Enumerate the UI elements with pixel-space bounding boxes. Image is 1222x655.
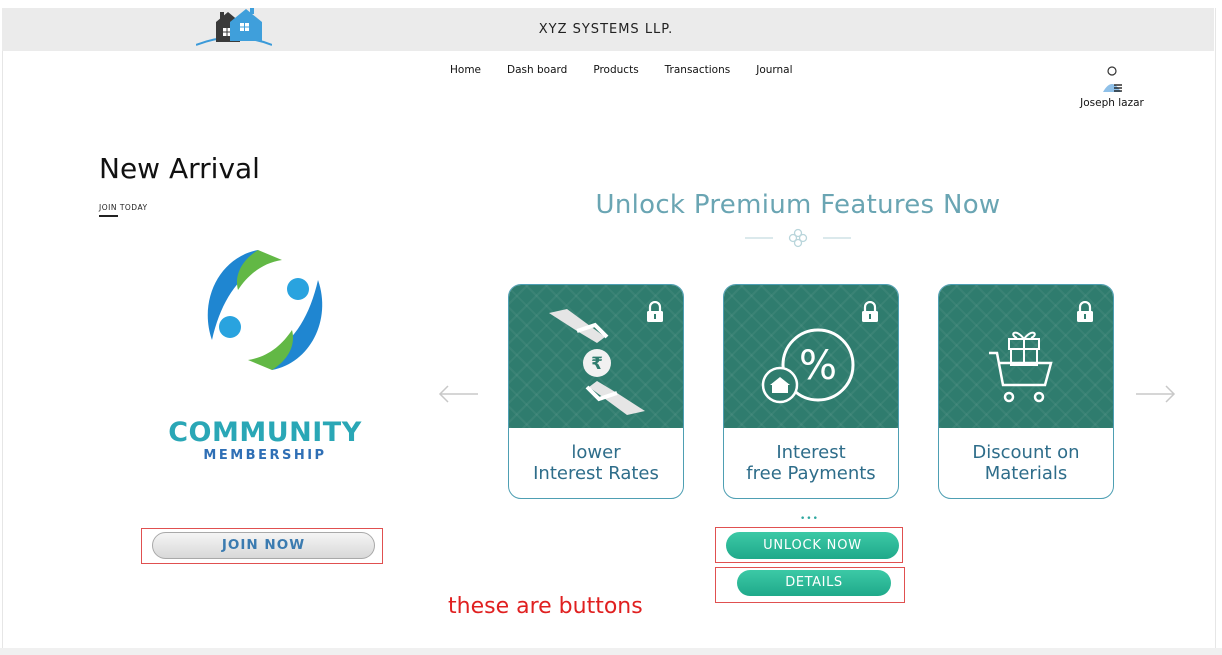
nav-item-transactions[interactable]: Transactions [665, 64, 731, 80]
card-label-line1: lower [571, 442, 621, 463]
nav-item-products[interactable]: Products [593, 64, 638, 80]
user-profile[interactable]: Joseph lazar [1072, 62, 1152, 112]
money-hands-icon: ₹ [549, 309, 645, 415]
main-nav: Home Dash board Products Transactions Jo… [450, 64, 793, 80]
card-label: Discount on Materials [939, 442, 1113, 484]
card-label-line1: Discount on [972, 442, 1080, 463]
lock-icon [862, 301, 878, 322]
percent-icon: % [761, 328, 855, 404]
card-label-line2: free Payments [746, 463, 876, 484]
community-logo-icon [207, 250, 323, 370]
gift-cart-icon [989, 331, 1053, 403]
join-today-underline [99, 215, 118, 217]
company-name: XYZ SYSTEMS LLP. [538, 22, 674, 37]
card-artwork [939, 285, 1113, 428]
details-button[interactable]: DETAILS [737, 570, 891, 596]
card-label-line1: Interest [776, 442, 846, 463]
svg-text:%: % [799, 343, 837, 389]
user-avatar-icon[interactable] [1100, 64, 1126, 94]
card-label-line2: Interest Rates [533, 463, 659, 484]
unlock-now-button[interactable]: UNLOCK NOW [726, 532, 899, 559]
svg-text:₹: ₹ [591, 354, 603, 374]
lock-icon [647, 301, 663, 322]
user-name: Joseph lazar [1080, 97, 1144, 109]
arrow-left-icon[interactable] [438, 383, 480, 405]
card-label: lower Interest Rates [509, 442, 683, 484]
new-arrival-title: New Arrival [99, 152, 260, 185]
community-logo-line2: MEMBERSHIP [203, 448, 327, 463]
arrow-right-icon[interactable] [1134, 383, 1176, 405]
community-membership-logo: COMMUNITY MEMBERSHIP [160, 418, 370, 464]
card-label: Interest free Payments [724, 442, 898, 484]
card-artwork: ₹ [509, 285, 683, 428]
nav-item-home[interactable]: Home [450, 64, 481, 80]
bottom-strip [0, 648, 1222, 655]
ornament-divider-icon [745, 228, 851, 248]
join-now-button[interactable]: JOIN NOW [152, 532, 375, 559]
nav-item-journal[interactable]: Journal [756, 64, 792, 80]
community-logo-line1: COMMUNITY [168, 417, 362, 448]
card-label-line2: Materials [984, 463, 1068, 484]
feature-card-lower-interest[interactable]: ₹ lower Interest Rates [508, 284, 684, 499]
feature-card-discount-materials[interactable]: Discount on Materials [938, 284, 1114, 499]
feature-card-interest-free[interactable]: % Interest free Payments [723, 284, 899, 499]
lock-icon [1077, 301, 1093, 322]
annotation-text: these are buttons [448, 594, 643, 619]
premium-title: Unlock Premium Features Now [595, 190, 1001, 220]
nav-item-dashboard[interactable]: Dash board [507, 64, 567, 80]
join-today-label: JOIN TODAY [99, 203, 148, 212]
carousel-dots[interactable]: ••• [800, 514, 819, 524]
card-artwork: % [724, 285, 898, 428]
